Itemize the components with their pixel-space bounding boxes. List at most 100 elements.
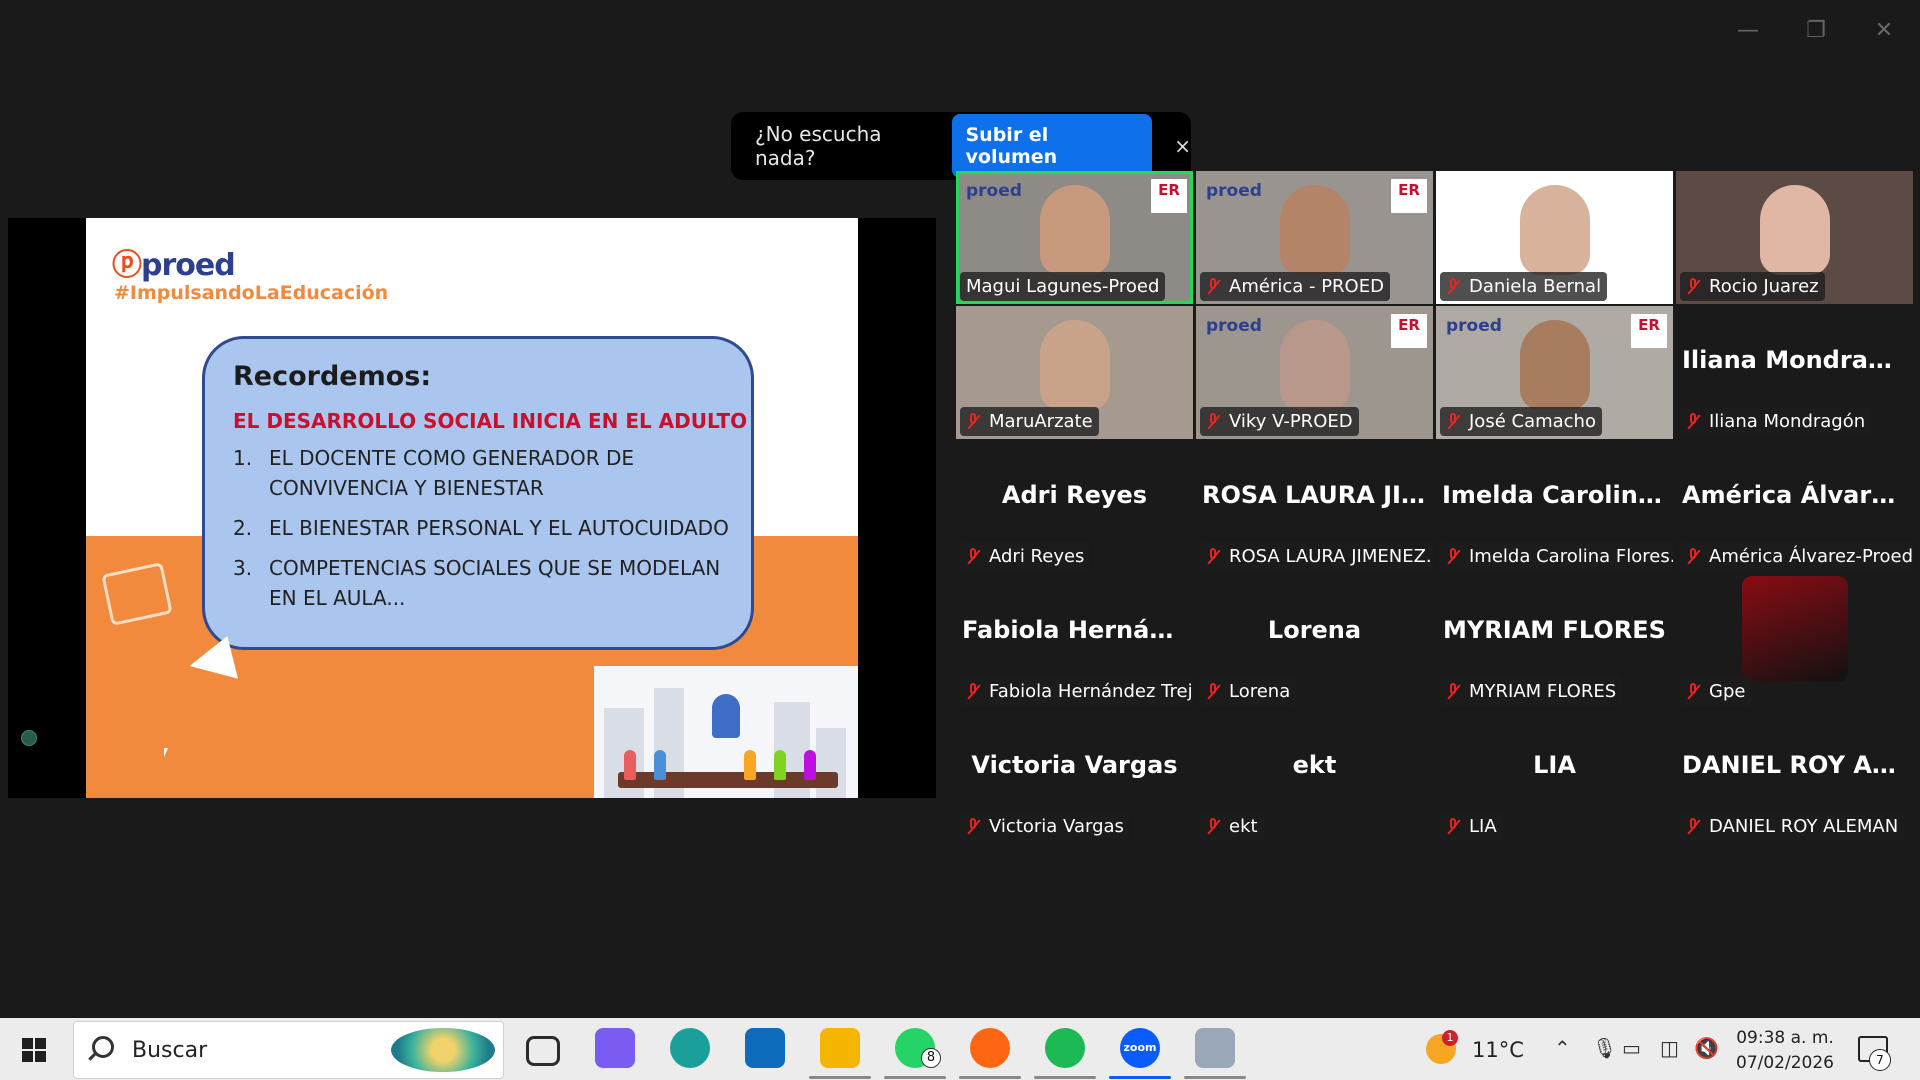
participant-tile[interactable]: LIA LIA: [1436, 711, 1673, 844]
participant-name-label: Rocio Juarez: [1680, 272, 1825, 301]
participant-display-name: ekt: [1292, 751, 1337, 779]
participant-name: Fabiola Hernández Trejo: [989, 681, 1193, 702]
participant-display-name: DANIEL ROY AL...: [1682, 751, 1913, 779]
battery-icon[interactable]: ▭: [1622, 1036, 1641, 1060]
participant-name: Magui Lagunes-Proed: [966, 276, 1160, 297]
participant-name-label: MaruArzate: [960, 407, 1099, 436]
participant-tile[interactable]: MYRIAM FLORES MYRIAM FLORES: [1436, 576, 1673, 709]
participant-tile[interactable]: Daniela Bernal: [1436, 171, 1673, 304]
participant-tile[interactable]: ekt ekt: [1196, 711, 1433, 844]
participant-tile[interactable]: ROSA LAURA JI... ROSA LAURA JIMENEZ...: [1196, 441, 1433, 574]
participant-name-label: José Camacho: [1440, 407, 1602, 436]
speaker-muted-icon[interactable]: 🔇: [1694, 1036, 1719, 1060]
participant-name-label: ROSA LAURA JIMENEZ...: [1200, 542, 1433, 571]
participant-name: Gpe: [1709, 681, 1746, 702]
running-app-indicator: [1184, 1076, 1246, 1079]
classroom-illustration: [594, 666, 858, 798]
muted-mic-icon: [1686, 277, 1700, 296]
firefox-icon[interactable]: [970, 1028, 1010, 1068]
network-icon[interactable]: ◫: [1660, 1036, 1679, 1060]
participant-tile[interactable]: Imelda Carolina... Imelda Carolina Flores…: [1436, 441, 1673, 574]
muted-mic-icon: [1206, 277, 1220, 296]
participant-tile[interactable]: Gpe: [1676, 576, 1913, 709]
participant-name: Adri Reyes: [989, 546, 1085, 567]
clock-date: 07/02/2026: [1736, 1053, 1834, 1073]
participant-name: DANIEL ROY ALEMAN: [1709, 816, 1899, 837]
file-explorer-icon[interactable]: [820, 1028, 860, 1068]
participant-name-label: Imelda Carolina Flores...: [1440, 542, 1673, 571]
participant-tile[interactable]: Iliana Mondragón Iliana Mondragón: [1676, 306, 1913, 439]
minimize-button[interactable]: —: [1728, 14, 1768, 48]
slide-list-item: 3. COMPETENCIAS SOCIALES QUE SE MODELAN E…: [233, 556, 721, 610]
spotify-icon[interactable]: [1045, 1028, 1085, 1068]
participant-video-feed: [1039, 185, 1110, 275]
temperature[interactable]: 11°C: [1472, 1038, 1524, 1062]
outlook-icon[interactable]: [745, 1028, 785, 1068]
participant-name: MYRIAM FLORES: [1469, 681, 1617, 702]
participant-tile[interactable]: MaruArzate: [956, 306, 1193, 439]
participant-tile[interactable]: proed ER Viky V-PROED: [1196, 306, 1433, 439]
copilot-icon[interactable]: [595, 1028, 635, 1068]
participant-name: América - PROED: [1229, 276, 1384, 297]
raise-volume-button[interactable]: Subir el volumen: [951, 114, 1153, 178]
participant-tile[interactable]: DANIEL ROY AL... DANIEL ROY ALEMAN: [1676, 711, 1913, 844]
show-hidden-icons-icon[interactable]: ⌃: [1554, 1036, 1571, 1060]
zoom-icon[interactable]: zoom: [1120, 1028, 1160, 1068]
participant-display-name: Iliana Mondragón: [1682, 346, 1913, 374]
close-toast-icon[interactable]: ×: [1174, 134, 1191, 158]
notification-count-badge: 7: [1869, 1049, 1891, 1071]
participant-tile[interactable]: proed ER Magui Lagunes-Proed: [956, 171, 1193, 304]
participant-tile[interactable]: América Álvare... América Álvarez-Proed: [1676, 441, 1913, 574]
slide-list-item: 2. EL BIENESTAR PERSONAL Y EL AUTOCUIDADO: [233, 516, 729, 540]
muted-mic-icon: [1446, 682, 1460, 701]
participant-video-feed: [1039, 320, 1110, 410]
participant-name-label: MYRIAM FLORES: [1440, 677, 1623, 706]
participant-video-feed: [1759, 185, 1830, 275]
participant-tile[interactable]: proed ER América - PROED: [1196, 171, 1433, 304]
muted-mic-icon: [1686, 682, 1700, 701]
muted-mic-icon: [966, 817, 980, 836]
muted-mic-icon: [1446, 547, 1460, 566]
muted-mic-icon: [1446, 412, 1460, 431]
weather-alert-badge: 1: [1442, 1030, 1458, 1046]
er-logo: ER: [1391, 314, 1427, 348]
muted-mic-icon: [1206, 817, 1220, 836]
participant-display-name: Victoria Vargas: [971, 751, 1178, 779]
participant-name-label: Adri Reyes: [960, 542, 1091, 571]
task-view-icon[interactable]: [526, 1036, 560, 1066]
maximize-button[interactable]: ❐: [1796, 14, 1836, 48]
taskbar-search-box[interactable]: Buscar: [73, 1021, 504, 1079]
participant-tile[interactable]: Lorena Lorena: [1196, 576, 1433, 709]
participant-name-label: Victoria Vargas: [960, 812, 1130, 841]
mouse-cursor-icon: [164, 748, 168, 757]
paint-icon[interactable]: [1195, 1028, 1235, 1068]
search-highlight-image: [391, 1028, 495, 1072]
participant-name-label: Viky V-PROED: [1200, 407, 1359, 436]
participant-display-name: Fabiola Hernán...: [962, 616, 1193, 644]
participant-name-label: Gpe: [1680, 677, 1752, 706]
slide-list: 1. EL DOCENTE COMO GENERADOR DE CONVIVENC…: [233, 443, 743, 623]
er-logo: ER: [1631, 314, 1667, 348]
participant-name-label: Daniela Bernal: [1440, 272, 1608, 301]
participant-display-name: Imelda Carolina...: [1442, 481, 1673, 509]
edge-icon[interactable]: [670, 1028, 710, 1068]
muted-mic-icon: [1446, 277, 1460, 296]
windows-start-icon[interactable]: [22, 1038, 46, 1062]
close-button[interactable]: ✕: [1864, 14, 1904, 48]
participant-name-label: Fabiola Hernández Trejo: [960, 677, 1193, 706]
system-clock[interactable]: 09:38 a. m. 07/02/2026: [1730, 1026, 1840, 1076]
proed-logo: proed: [1206, 316, 1262, 336]
participant-tile[interactable]: Rocio Juarez: [1676, 171, 1913, 304]
proed-logo: proed: [1206, 181, 1262, 201]
participant-tile[interactable]: Victoria Vargas Victoria Vargas: [956, 711, 1193, 844]
participant-tile[interactable]: Adri Reyes Adri Reyes: [956, 441, 1193, 574]
slide-hashtag: #ImpulsandoLaEducación: [114, 282, 389, 304]
muted-mic-icon: [1446, 817, 1460, 836]
proed-logo: ⓟproed: [112, 248, 236, 283]
participant-tile[interactable]: Fabiola Hernán... Fabiola Hernández Trejo: [956, 576, 1193, 709]
slide-heading: Recordemos:: [233, 361, 432, 392]
microphone-icon[interactable]: 🎙: [1592, 1036, 1617, 1060]
participant-tile[interactable]: proed ER José Camacho: [1436, 306, 1673, 439]
participant-name-label: América - PROED: [1200, 272, 1390, 301]
participant-name: América Álvarez-Proed: [1709, 546, 1913, 567]
